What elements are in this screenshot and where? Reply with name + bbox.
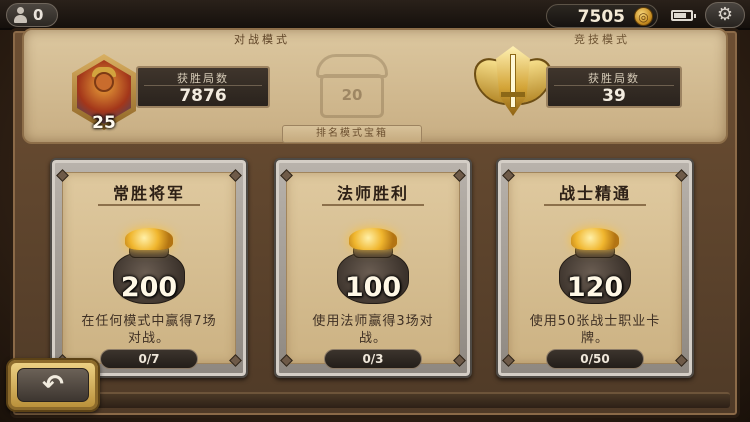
ranked-chest-label[interactable]: 排名模式宝箱 <box>282 125 422 143</box>
battery-icon <box>671 10 696 21</box>
quest-progress-bar: 0/7 <box>100 349 198 369</box>
top-bar: 0 7505 ◎ ⚙ <box>0 0 750 30</box>
quest-card[interactable]: 常胜将军 200 在任何模式中赢得7场对战。 0/7 <box>50 158 248 378</box>
bottom-rail <box>20 392 730 408</box>
quest-progress-text: 0/7 <box>138 352 160 366</box>
back-arrow-icon: ↶ <box>42 370 64 400</box>
gold-amount: 7505 <box>577 7 625 27</box>
quest-title: 常胜将军 <box>112 184 185 203</box>
quest-card[interactable]: 法师胜利 100 使用法师赢得3场对战。 0/3 <box>274 158 472 378</box>
back-button[interactable]: ↶ <box>6 358 100 412</box>
ranked-section-title: 竞技模式 <box>574 33 630 46</box>
quest-progress-bar: 0/50 <box>546 349 644 369</box>
settings-button[interactable]: ⚙ <box>705 2 745 28</box>
casual-wins-value: 7876 <box>179 86 227 106</box>
person-icon <box>13 7 27 23</box>
ranked-wins-value: 39 <box>602 86 626 106</box>
chest-number: 20 <box>341 86 363 104</box>
ranked-wins-box: 获胜局数 39 <box>546 66 682 108</box>
casual-wins-box: 获胜局数 7876 <box>136 66 270 108</box>
quest-reward: 100 <box>344 272 402 303</box>
friends-button[interactable]: 0 <box>6 3 58 27</box>
quest-description: 使用50张战士职业卡牌。 <box>529 314 661 346</box>
quest-log-screen: 0 7505 ◎ ⚙ 对战模式 竞技模式 25 获胜局数 7876 20 排名模… <box>0 0 750 422</box>
ranked-medal-icon <box>470 44 556 126</box>
quest-card[interactable]: 战士精通 120 使用50张战士职业卡牌。 0/50 <box>496 158 694 378</box>
quest-title: 法师胜利 <box>336 184 409 203</box>
gold-coin-icon: ◎ <box>634 7 653 26</box>
quest-progress-text: 0/3 <box>362 352 384 366</box>
gear-icon: ⚙ <box>716 4 734 25</box>
quest-reward: 120 <box>566 272 624 303</box>
ranked-wins-label: 获胜局数 <box>588 72 640 85</box>
quest-progress-bar: 0/3 <box>324 349 422 369</box>
gold-display: 7505 ◎ <box>546 4 658 28</box>
quest-reward: 200 <box>120 272 178 303</box>
casual-section-title: 对战模式 <box>234 33 290 46</box>
quest-description: 使用法师赢得3场对战。 <box>312 314 434 346</box>
quest-description: 在任何模式中赢得7场对战。 <box>81 314 217 346</box>
friends-count: 0 <box>33 6 44 24</box>
casual-wins-label: 获胜局数 <box>177 72 229 85</box>
quest-progress-text: 0/50 <box>580 352 610 366</box>
quest-title: 战士精通 <box>558 184 631 203</box>
rank-number: 25 <box>92 113 116 133</box>
